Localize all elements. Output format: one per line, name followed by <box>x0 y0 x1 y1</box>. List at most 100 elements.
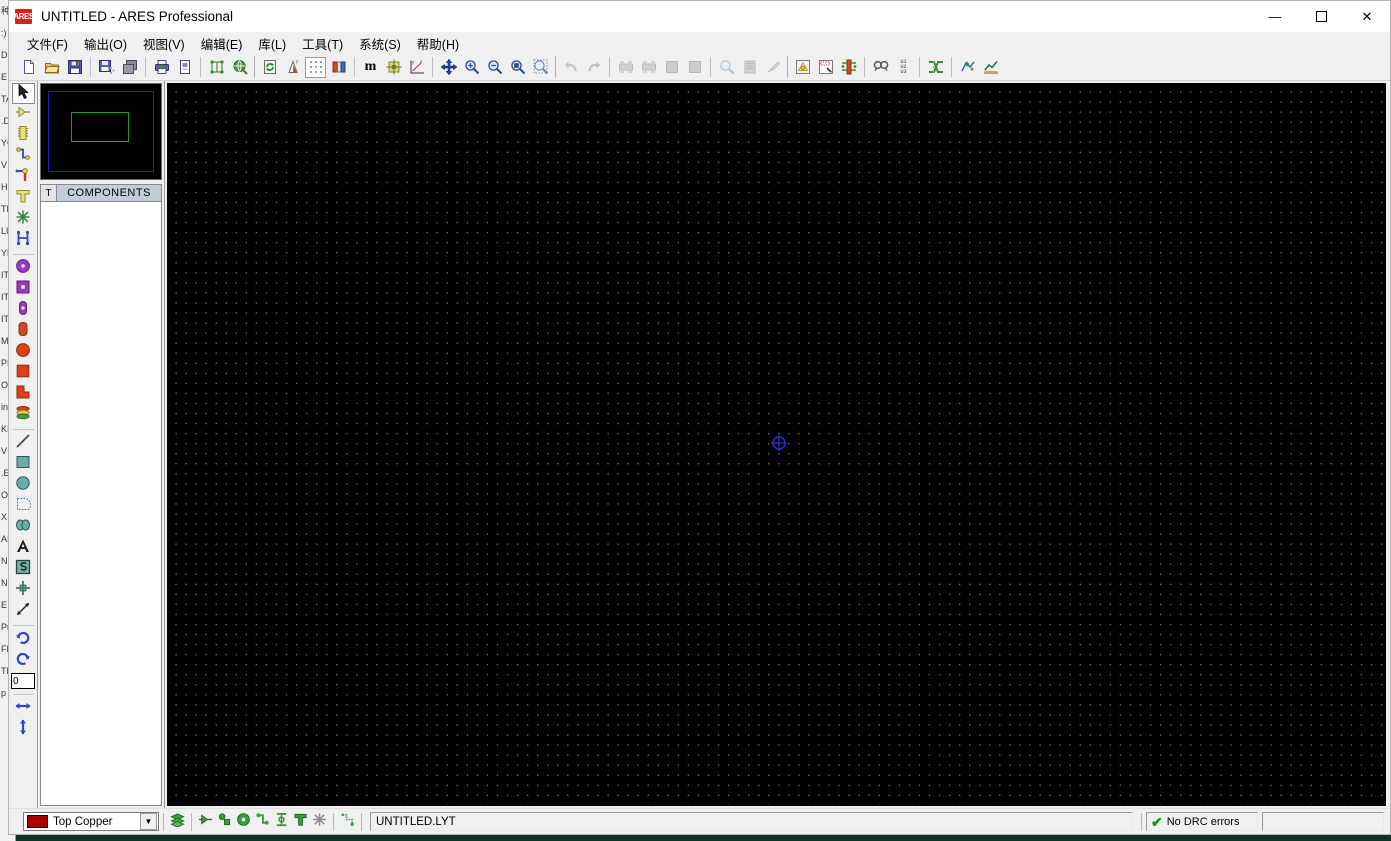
print-button[interactable] <box>151 57 172 78</box>
menu-edit[interactable]: 编辑(E) <box>193 32 251 55</box>
zoom-in-button[interactable] <box>461 57 482 78</box>
dimension-tool[interactable] <box>12 601 35 622</box>
status-separator <box>191 812 192 831</box>
menu-system[interactable]: 系统(S) <box>351 32 409 55</box>
metric-button[interactable]: m <box>360 57 381 78</box>
component-preview[interactable] <box>40 83 162 180</box>
chevron-down-icon[interactable]: ▼ <box>140 813 157 830</box>
redo-button[interactable] <box>583 57 604 78</box>
text-tool[interactable] <box>12 538 35 559</box>
marker-tool[interactable] <box>12 580 35 601</box>
paste-button[interactable] <box>661 57 682 78</box>
components-toggle-button[interactable]: T <box>40 184 57 202</box>
menu-help[interactable]: 帮助(H) <box>409 32 467 55</box>
pad-stack-tool[interactable] <box>12 405 35 426</box>
line-tool[interactable] <box>12 433 35 454</box>
menu-tools[interactable]: 工具(T) <box>294 32 351 55</box>
display-drill-button[interactable] <box>338 812 357 831</box>
new-file-button[interactable] <box>18 57 39 78</box>
netlist-button[interactable] <box>206 57 227 78</box>
mirror-horizontal[interactable] <box>12 698 35 719</box>
save-button[interactable] <box>64 57 85 78</box>
power-plane-button[interactable] <box>838 57 859 78</box>
menu-view[interactable]: 视图(V) <box>135 32 193 55</box>
layers-button[interactable] <box>328 57 349 78</box>
minimize-button[interactable]: — <box>1252 1 1298 32</box>
3d-visualizer-button[interactable] <box>229 57 250 78</box>
round-through-pad-tool[interactable] <box>12 258 35 279</box>
square-through-pad-tool[interactable] <box>12 279 35 300</box>
display-zones-button[interactable] <box>272 812 291 831</box>
layer-selector-dropdown[interactable]: Top Copper ▼ <box>23 812 159 831</box>
maximize-button[interactable] <box>1298 1 1344 32</box>
arc-tool[interactable] <box>12 496 35 517</box>
layer-stack-button[interactable] <box>168 812 187 831</box>
netlist-compiler-button[interactable] <box>925 57 946 78</box>
smt-poly-pad-tool[interactable] <box>12 384 35 405</box>
zoom-area-button[interactable] <box>530 57 551 78</box>
mirror-vertical[interactable] <box>12 719 35 740</box>
via-tool[interactable] <box>12 167 35 188</box>
search-button[interactable] <box>870 57 891 78</box>
block-delete-button[interactable] <box>762 57 783 78</box>
rotation-value-input[interactable] <box>11 673 35 689</box>
connectivity-tool[interactable] <box>12 230 35 251</box>
circle-tool[interactable] <box>12 475 35 496</box>
grid-dots-button[interactable] <box>305 56 326 78</box>
autoroute-button[interactable] <box>815 57 836 78</box>
menu-file[interactable]: 文件(F) <box>19 32 76 55</box>
smt-round-pad-tool[interactable] <box>12 342 35 363</box>
menu-library[interactable]: 库(L) <box>250 32 294 55</box>
block-move-button[interactable] <box>716 57 737 78</box>
rectangle-tool[interactable] <box>12 454 35 475</box>
package-tool[interactable] <box>12 125 35 146</box>
part-outline-preview <box>71 112 129 142</box>
pcb-layout-canvas[interactable] <box>167 83 1386 806</box>
xy-axis-button[interactable]: yx <box>406 57 427 78</box>
copy-button[interactable] <box>638 57 659 78</box>
components-list[interactable] <box>40 202 162 806</box>
poly-pad-icon <box>15 384 31 405</box>
rotate-clockwise[interactable] <box>12 629 35 650</box>
zoom-out-button[interactable] <box>484 57 505 78</box>
window-controls: — ✕ <box>1252 1 1390 32</box>
drc-button[interactable] <box>957 57 978 78</box>
import-region-button[interactable] <box>96 57 117 78</box>
display-tracks-button[interactable] <box>253 812 272 831</box>
green-check-icon: ✔ <box>1151 813 1163 830</box>
ratsnest-tool[interactable] <box>12 209 35 230</box>
print-region-button[interactable] <box>174 57 195 78</box>
block-rotate-button[interactable] <box>739 57 760 78</box>
selection-tool[interactable] <box>11 83 35 104</box>
report-button[interactable] <box>980 57 1001 78</box>
zone-tool[interactable] <box>12 188 35 209</box>
origin-button[interactable] <box>383 57 404 78</box>
refresh-button[interactable] <box>259 57 280 78</box>
component-tool[interactable] <box>12 104 35 125</box>
dil-pad-tool[interactable] <box>12 300 35 321</box>
autoplace-button[interactable] <box>792 57 813 78</box>
close-button[interactable]: ✕ <box>1344 1 1390 32</box>
export-region-button[interactable] <box>119 57 140 78</box>
block-copy-button[interactable] <box>684 57 705 78</box>
undo-button[interactable] <box>560 57 581 78</box>
display-vias-button[interactable] <box>234 812 253 831</box>
layer-select-button[interactable]: F <box>282 57 303 78</box>
symbol-tool[interactable] <box>12 559 35 580</box>
pan-button[interactable] <box>438 57 459 78</box>
display-text-button[interactable] <box>291 812 310 831</box>
track-tool[interactable] <box>12 146 35 167</box>
display-via-icon <box>236 812 251 832</box>
display-pads-button[interactable] <box>215 812 234 831</box>
zoom-all-button[interactable] <box>507 57 528 78</box>
menu-output[interactable]: 输出(O) <box>76 32 135 55</box>
open-folder-button[interactable] <box>41 57 62 78</box>
display-components-button[interactable] <box>196 812 215 831</box>
path-tool[interactable] <box>12 517 35 538</box>
auto-name-button[interactable]: U1 U2 U3 <box>893 57 914 78</box>
rotate-anticlockwise[interactable] <box>12 650 35 671</box>
cut-button[interactable] <box>615 57 636 78</box>
smt-square-pad-tool[interactable] <box>12 363 35 384</box>
display-ratsnest-button[interactable] <box>310 812 329 831</box>
edge-pad-tool[interactable] <box>12 321 35 342</box>
